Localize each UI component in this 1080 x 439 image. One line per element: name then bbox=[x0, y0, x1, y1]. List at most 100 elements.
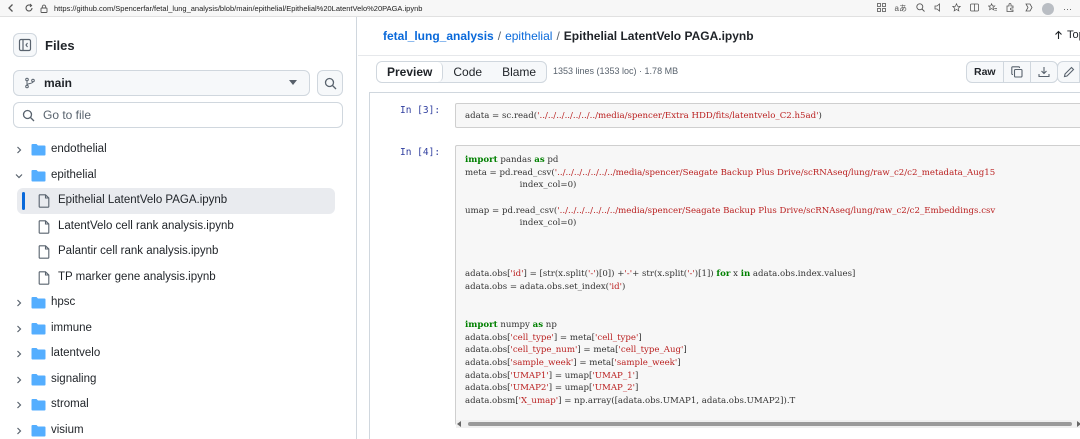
chevron-right-icon[interactable] bbox=[14, 375, 24, 385]
read-aloud-icon[interactable] bbox=[934, 3, 943, 14]
branch-select-button[interactable]: main bbox=[13, 70, 310, 96]
favorites-list-icon[interactable] bbox=[987, 2, 997, 14]
lock-icon bbox=[40, 4, 48, 13]
go-to-file-field[interactable] bbox=[13, 102, 343, 128]
tree-item-label: endothelial bbox=[51, 143, 107, 155]
folder-icon bbox=[31, 322, 46, 338]
tree-item-label: immune bbox=[51, 321, 92, 334]
chevron-right-icon[interactable] bbox=[14, 298, 24, 308]
tree-item-latentvelo[interactable]: latentvelo bbox=[0, 341, 357, 367]
tree-item-immune[interactable]: immune bbox=[0, 316, 357, 342]
code-token: 'UMAP_2' bbox=[592, 383, 635, 394]
git-branch-icon bbox=[25, 77, 35, 89]
code-token: ] bbox=[683, 345, 687, 356]
code-token: 'UMAP_1' bbox=[592, 370, 635, 381]
code-token: 'id' bbox=[510, 269, 524, 280]
tree-item-epithelial-latentvelo-paga[interactable]: Epithelial LatentVelo PAGA.ipynb bbox=[17, 188, 335, 214]
tab-preview[interactable]: Preview bbox=[377, 62, 444, 82]
breadcrumb: fetal_lung_analysis / epithelial / Epith… bbox=[383, 29, 754, 43]
code-token: np bbox=[543, 319, 557, 330]
chevron-right-icon[interactable] bbox=[14, 349, 24, 359]
tree-item-stromal[interactable]: stromal bbox=[0, 392, 357, 418]
code-token: adata.obs.index.values] bbox=[750, 269, 856, 280]
code-token: 'cell_type_Aug' bbox=[618, 345, 684, 356]
breadcrumb-folder-link[interactable]: epithelial bbox=[505, 29, 552, 43]
raw-button[interactable]: Raw bbox=[967, 62, 1004, 82]
code-token: adata.obs[ bbox=[465, 383, 511, 394]
download-button[interactable] bbox=[1031, 62, 1057, 82]
code-line: adata.obs['cell_type'] = meta['cell_type… bbox=[465, 332, 1080, 345]
breadcrumb-repo-link[interactable]: fetal_lung_analysis bbox=[383, 29, 494, 43]
folder-icon bbox=[31, 424, 46, 439]
code-token: x bbox=[730, 269, 741, 280]
translate-icon[interactable]: aあ bbox=[895, 3, 907, 14]
raw-actions: Raw bbox=[966, 61, 1058, 83]
chevron-right-icon[interactable] bbox=[14, 400, 24, 410]
tree-item-label: Palantir cell rank analysis.ipynb bbox=[58, 245, 219, 257]
code-token: meta = pd.read_csv( bbox=[465, 167, 555, 178]
horizontal-scrollbar[interactable] bbox=[456, 420, 1080, 428]
tree-item-endothelial[interactable]: endothelial bbox=[0, 137, 357, 163]
chevron-right-icon[interactable] bbox=[14, 426, 24, 436]
notebook-preview: In [3]: adata = sc.read('../../../../../… bbox=[369, 92, 1080, 439]
code-token: 'UMAP2' bbox=[510, 383, 549, 394]
more-icon[interactable]: ··· bbox=[1063, 4, 1072, 14]
folder-open-icon bbox=[31, 169, 46, 185]
back-icon[interactable] bbox=[4, 1, 18, 15]
top-button[interactable]: Top bbox=[1054, 29, 1080, 41]
tree-item-tp-marker-gene[interactable]: TP marker gene analysis.ipynb bbox=[0, 265, 357, 291]
chevron-right-icon[interactable] bbox=[14, 145, 24, 155]
code-line: meta = pd.read_csv('../../../../../../..… bbox=[465, 167, 1080, 180]
go-to-file-input[interactable] bbox=[43, 108, 323, 122]
collapse-sidebar-button[interactable] bbox=[13, 33, 37, 57]
search-files-button[interactable] bbox=[317, 70, 343, 96]
edit-file-button[interactable] bbox=[1058, 62, 1080, 82]
code-token: 'id' bbox=[609, 281, 622, 292]
code-line: import pandas as pd bbox=[465, 154, 1080, 167]
reload-icon[interactable] bbox=[22, 1, 36, 15]
code-token: '../../../../../../../media/spencer/Seag… bbox=[554, 167, 996, 178]
chevron-right-icon[interactable] bbox=[14, 324, 24, 334]
code-token: 'X_umap' bbox=[518, 396, 559, 407]
chevron-down-icon[interactable] bbox=[14, 171, 24, 181]
extensions-icon[interactable] bbox=[1006, 3, 1015, 14]
code-token: '../../../../../../../media/spencer/Extr… bbox=[537, 111, 819, 121]
code-token: ] bbox=[677, 358, 681, 368]
cell-prompt: In [4]: bbox=[400, 147, 441, 158]
tree-item-epithelial[interactable]: epithelial bbox=[0, 163, 357, 189]
code-line: adata.obsm['X_umap'] = np.array([adata.o… bbox=[465, 395, 1080, 408]
tree-item-palantir-cell-rank[interactable]: Palantir cell rank analysis.ipynb bbox=[0, 239, 357, 265]
code-token: numpy bbox=[497, 319, 533, 330]
file-metadata: 1353 lines (1353 loc) · 1.78 MB bbox=[553, 66, 679, 76]
scrollbar-thumb[interactable] bbox=[468, 422, 1072, 426]
folder-icon bbox=[31, 398, 46, 414]
code-token: ] = [str(x.split( bbox=[523, 269, 588, 280]
tree-item-hpsc[interactable]: hpsc bbox=[0, 290, 357, 316]
zoom-icon[interactable] bbox=[916, 3, 925, 14]
address-bar[interactable]: https://github.com/Spencerfar/fetal_lung… bbox=[40, 1, 1000, 16]
favorite-icon[interactable] bbox=[951, 2, 962, 14]
code-token: ) bbox=[818, 111, 822, 121]
tree-item-visium[interactable]: visium bbox=[0, 418, 357, 439]
tab-code[interactable]: Code bbox=[443, 62, 492, 82]
pencil-icon bbox=[1063, 66, 1074, 78]
tree-item-latentvelo-cell-rank[interactable]: LatentVelo cell rank analysis.ipynb bbox=[0, 214, 357, 240]
browser-toolbar: https://github.com/Spencerfar/fetal_lung… bbox=[0, 0, 1080, 17]
profile-avatar[interactable] bbox=[1042, 2, 1054, 15]
code-token: adata = sc.read( bbox=[465, 111, 538, 121]
code-cell-input: import pandas as pd meta = pd.read_csv('.… bbox=[455, 145, 1080, 425]
copy-raw-button[interactable] bbox=[1004, 62, 1031, 82]
code-cell-input: adata = sc.read('../../../../../../../me… bbox=[455, 103, 1080, 128]
grid-icon[interactable] bbox=[876, 3, 886, 14]
code-line: adata.obs['UMAP1'] = umap['UMAP_1'] bbox=[465, 370, 1080, 383]
scroll-left-arrow[interactable] bbox=[457, 421, 461, 427]
code-token: pd bbox=[544, 155, 559, 165]
code-token: import bbox=[465, 319, 498, 330]
tab-blame[interactable]: Blame bbox=[492, 62, 546, 82]
code-token: )[1]) bbox=[694, 269, 717, 280]
split-screen-icon[interactable] bbox=[970, 3, 979, 14]
copilot-icon[interactable] bbox=[1024, 3, 1033, 14]
tree-item-signaling[interactable]: signaling bbox=[0, 367, 357, 393]
header-divider bbox=[358, 55, 1080, 56]
